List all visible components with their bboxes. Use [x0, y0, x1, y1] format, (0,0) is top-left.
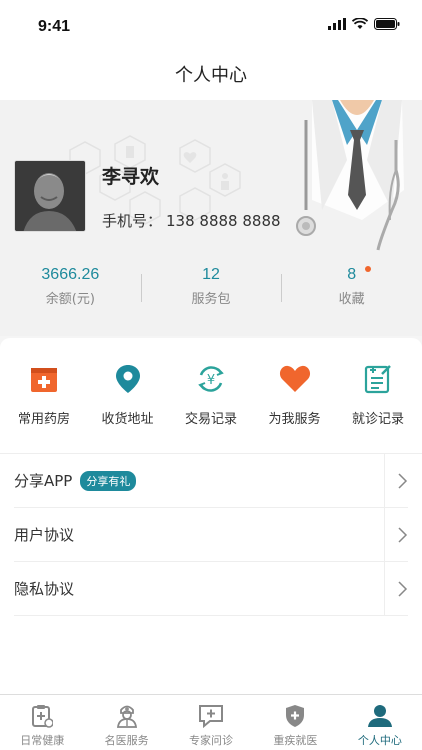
battery-icon	[374, 18, 400, 30]
status-bar: 9:41	[0, 0, 422, 56]
avatar[interactable]	[14, 160, 86, 232]
phone-number: 138 8888 8888	[166, 212, 281, 230]
list-label: 用户协议	[14, 526, 75, 544]
quick-actions: 常用药房 收货地址 ¥ 交易记录 为我服务 就诊记录	[0, 338, 422, 454]
stats-row: 3666.26 余额(元) 12 服务包 8 收藏	[0, 266, 422, 316]
stat-label: 服务包	[191, 292, 231, 307]
nav-bar: 个人中心	[0, 56, 422, 100]
tab-label: 个人中心	[357, 734, 402, 747]
stat-service-packs[interactable]: 12 服务包	[140, 266, 282, 316]
stat-balance[interactable]: 3666.26 余额(元)	[0, 266, 141, 316]
person-icon	[338, 703, 422, 729]
stat-value: 8	[347, 266, 357, 283]
transaction-icon: ¥	[194, 362, 228, 396]
quick-item-address[interactable]: 收货地址	[90, 362, 166, 453]
tab-label: 名医服务	[104, 734, 149, 747]
heart-icon	[278, 362, 312, 396]
status-icons	[328, 18, 400, 30]
tab-daily-health[interactable]: 日常健康	[0, 695, 84, 750]
location-icon	[111, 362, 145, 396]
quick-label: 为我服务	[268, 412, 321, 427]
stat-value: 3666.26	[41, 266, 100, 283]
stat-value: 12	[202, 266, 220, 283]
settings-list: 分享APP 分享有礼 用户协议 隐私协议	[0, 454, 422, 616]
tab-famous-doctors[interactable]: 名医服务	[84, 695, 168, 750]
quick-item-transactions[interactable]: ¥ 交易记录	[173, 362, 249, 453]
tab-label: 重疾就医	[273, 734, 318, 747]
shield-icon	[253, 703, 337, 729]
quick-label: 交易记录	[184, 412, 237, 427]
quick-item-services[interactable]: 为我服务	[257, 362, 333, 453]
consult-icon	[169, 703, 253, 729]
avatar-portrait	[15, 161, 85, 231]
user-phone: 手机号： 138 8888 8888	[102, 210, 281, 231]
stat-favorites[interactable]: 8 收藏	[281, 266, 422, 316]
chevron-right-icon	[384, 562, 408, 616]
quick-label: 就诊记录	[351, 412, 404, 427]
stat-label: 余额(元)	[45, 292, 95, 307]
tab-bar: 日常健康 名医服务 专家问诊 重疾就医 个人中心	[0, 694, 422, 750]
profile-header: 李寻欢 手机号： 138 8888 8888 3666.26 余额(元) 12 服…	[0, 100, 422, 336]
tab-personal-center[interactable]: 个人中心	[338, 695, 422, 750]
user-name: 李寻欢	[102, 166, 160, 188]
list-label: 隐私协议	[14, 580, 75, 598]
record-icon	[361, 362, 395, 396]
quick-item-pharmacy[interactable]: 常用药房	[6, 362, 82, 453]
chevron-right-icon	[384, 508, 408, 562]
tab-critical-illness[interactable]: 重疾就医	[253, 695, 337, 750]
doctor-icon	[84, 703, 168, 729]
chevron-right-icon	[384, 454, 408, 508]
list-label: 分享APP	[14, 472, 73, 490]
page-title: 个人中心	[175, 65, 247, 86]
list-item-user-agreement[interactable]: 用户协议	[14, 508, 408, 562]
quick-item-records[interactable]: 就诊记录	[340, 362, 416, 453]
svg-text:¥: ¥	[207, 373, 215, 388]
pharmacy-icon	[27, 362, 61, 396]
share-gift-badge: 分享有礼	[80, 470, 137, 491]
stat-label: 收藏	[338, 292, 365, 307]
quick-label: 常用药房	[17, 412, 70, 427]
doctor-illustration	[296, 100, 404, 251]
phone-label: 手机号：	[102, 212, 163, 230]
tab-expert-consult[interactable]: 专家问诊	[169, 695, 253, 750]
tab-label: 日常健康	[20, 734, 65, 747]
wifi-icon	[352, 18, 368, 29]
clipboard-icon	[0, 703, 84, 729]
list-item-share-app[interactable]: 分享APP 分享有礼	[14, 454, 408, 508]
list-item-privacy-agreement[interactable]: 隐私协议	[14, 562, 408, 616]
main-panel: 常用药房 收货地址 ¥ 交易记录 为我服务 就诊记录 分享APP 分享有礼 用户…	[0, 338, 422, 694]
quick-label: 收货地址	[101, 412, 154, 427]
status-time: 9:41	[38, 18, 71, 35]
signal-icon	[328, 18, 346, 30]
tab-label: 专家问诊	[189, 734, 234, 747]
